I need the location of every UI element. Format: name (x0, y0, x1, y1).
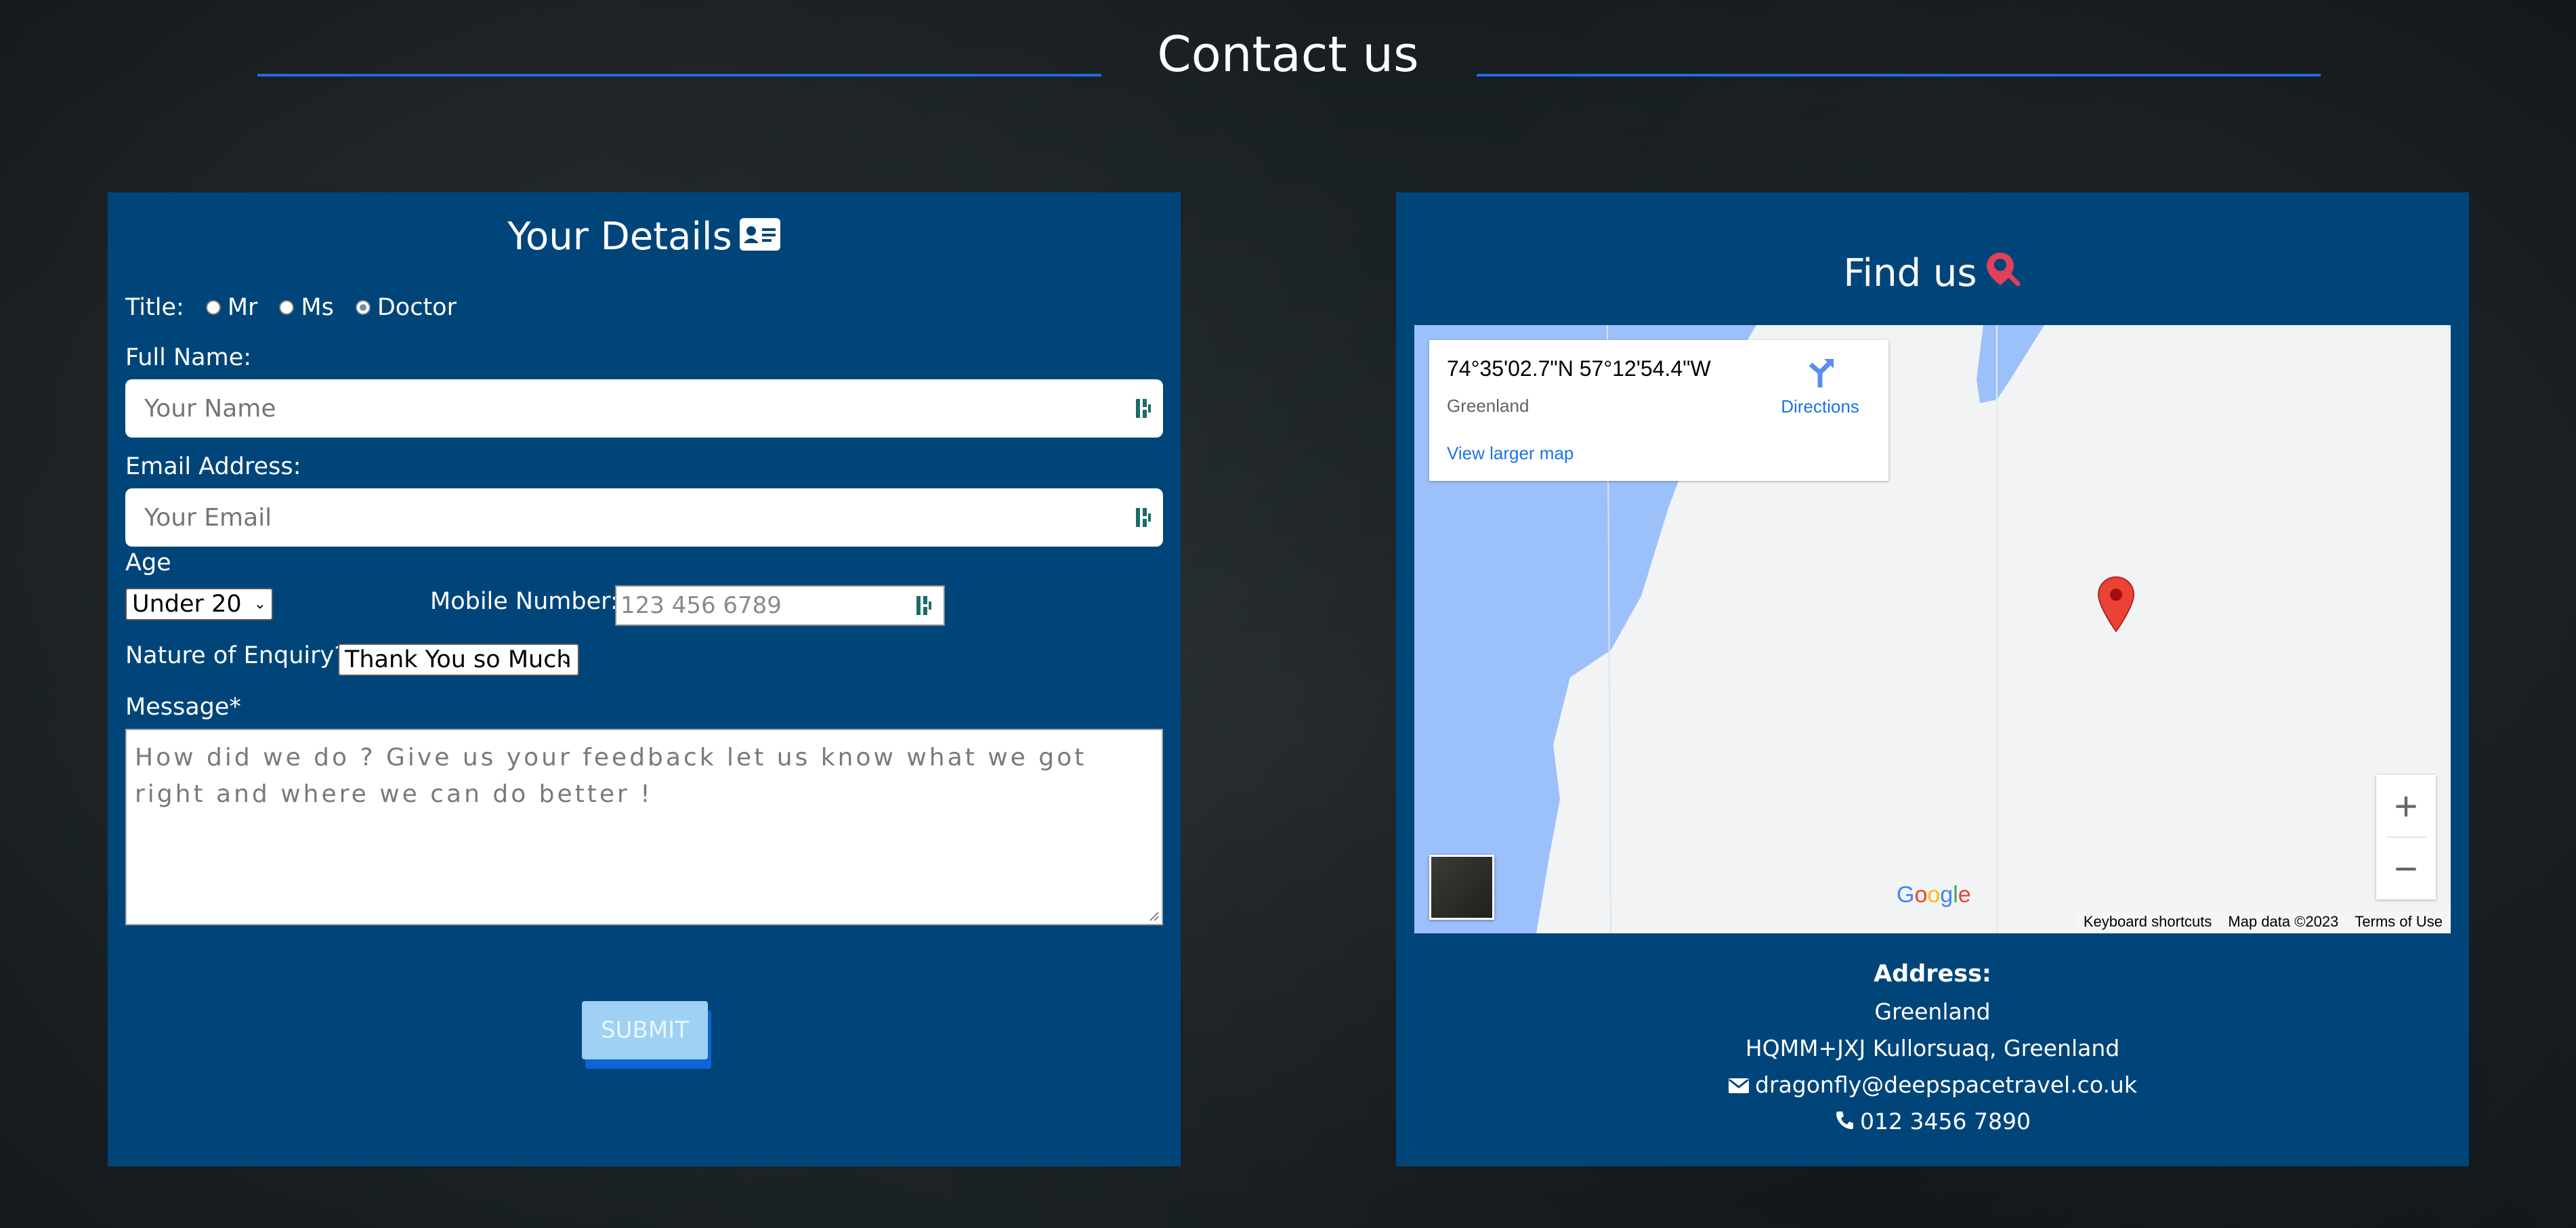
message-textarea[interactable]: How did we do ? Give us your feedback le… (125, 729, 1163, 925)
radio-doctor[interactable] (355, 300, 371, 315)
radio-ms-label: Ms (301, 294, 334, 321)
map-data-attribution: Map data ©2023 (2220, 910, 2347, 933)
mobile-label: Mobile Number: (430, 588, 618, 615)
full-name-placeholder: Your Name (144, 394, 276, 423)
details-panel: Your Details Title: Mr Ms Doctor Full Na… (108, 192, 1181, 1166)
embedded-map[interactable]: 74°35'02.7"N 57°12'54.4"W Greenland View… (1414, 325, 2451, 933)
find-us-panel: Find us 74°35'02.7"N 57°12'54.4"W Greenl… (1396, 192, 2469, 1166)
full-name-label: Full Name: (125, 344, 252, 371)
chevron-down-icon: ⌄ (253, 595, 266, 613)
email-link[interactable]: dragonfly@deepspacetravel.co.uk (1755, 1072, 2137, 1098)
autofill-icon[interactable] (1135, 507, 1152, 528)
radio-doctor-label: Doctor (377, 294, 457, 321)
email-contact: dragonfly@deepspacetravel.co.uk (1396, 1072, 2469, 1099)
address-line-1: Greenland (1874, 998, 1991, 1025)
view-larger-map-link[interactable]: View larger map (1447, 443, 1574, 464)
google-logo: Google (1897, 882, 1971, 908)
page-title: Contact us (1157, 26, 1419, 83)
radio-mr[interactable] (205, 300, 221, 315)
message-label: Message* (125, 694, 241, 721)
email-placeholder: Your Email (144, 503, 272, 532)
details-heading-text: Your Details (507, 215, 732, 259)
title-radio-group: Title: Mr Ms Doctor (125, 291, 457, 324)
map-info-card: 74°35'02.7"N 57°12'54.4"W Greenland View… (1429, 340, 1888, 481)
directions-label: Directions (1781, 396, 1859, 417)
enquiry-label: Nature of Enquiry? (125, 642, 347, 669)
phone-contact: 012 3456 7890 (1396, 1108, 2469, 1136)
map-pin-icon[interactable] (2096, 576, 2136, 635)
find-us-heading-text: Find us (1843, 251, 1977, 295)
directions-button[interactable]: Directions (1776, 356, 1864, 417)
radio-mr-label: Mr (227, 294, 258, 321)
submit-button[interactable]: SUBMIT (582, 1001, 708, 1059)
chevron-down-icon: ⌄ (559, 651, 572, 669)
email-label: Email Address: (125, 453, 301, 480)
age-label: Age (125, 549, 171, 576)
mobile-placeholder: 123 456 6789 (620, 592, 782, 619)
message-placeholder: How did we do ? Give us your feedback le… (135, 744, 1087, 808)
address-line-2: HQMM+JXJ Kullorsuaq, Greenland (1745, 1035, 2120, 1061)
enquiry-value: Thank You so Much (345, 646, 572, 673)
envelope-icon (1728, 1073, 1750, 1099)
resize-handle-icon[interactable] (1148, 910, 1159, 921)
keyboard-shortcuts-link[interactable]: Keyboard shortcuts (2075, 910, 2220, 933)
satellite-layer-button[interactable] (1429, 855, 1494, 920)
id-card-icon (739, 212, 781, 266)
full-name-input[interactable]: Your Name (125, 379, 1163, 438)
zoom-controls: + − (2376, 775, 2436, 899)
directions-icon (1809, 359, 1834, 387)
map-coordinates: 74°35'02.7"N 57°12'54.4"W (1447, 356, 1711, 381)
radio-option-mr[interactable]: Mr (205, 294, 258, 321)
terms-of-use-link[interactable]: Terms of Use (2346, 910, 2451, 933)
radio-ms[interactable] (279, 300, 295, 315)
location-search-icon (1984, 249, 2022, 303)
enquiry-select[interactable]: Thank You so Much ⌄ (338, 643, 579, 676)
autofill-icon[interactable] (1135, 398, 1152, 419)
zoom-out-button[interactable]: − (2376, 837, 2436, 899)
phone-icon (1834, 1109, 1855, 1136)
radio-option-ms[interactable]: Ms (279, 294, 334, 321)
autofill-icon[interactable] (915, 595, 933, 616)
phone-number[interactable]: 012 3456 7890 (1860, 1108, 2031, 1135)
email-input[interactable]: Your Email (125, 488, 1163, 547)
details-heading: Your Details (108, 210, 1181, 266)
zoom-in-button[interactable]: + (2376, 775, 2436, 837)
age-select[interactable]: Under 20 ⌄ (125, 588, 273, 620)
header-divider-right (1477, 74, 2321, 77)
page-header: Contact us (0, 20, 2576, 88)
mobile-input[interactable]: 123 456 6789 (615, 585, 945, 626)
age-value: Under 20 (132, 591, 242, 618)
map-footer: Keyboard shortcuts Map data ©2023 Terms … (2075, 910, 2451, 933)
map-place-name: Greenland (1447, 396, 1529, 416)
radio-option-doctor[interactable]: Doctor (355, 294, 457, 321)
title-label: Title: (125, 294, 184, 321)
find-us-heading: Find us (1396, 247, 2469, 303)
address-heading: Address: (1874, 960, 1991, 988)
